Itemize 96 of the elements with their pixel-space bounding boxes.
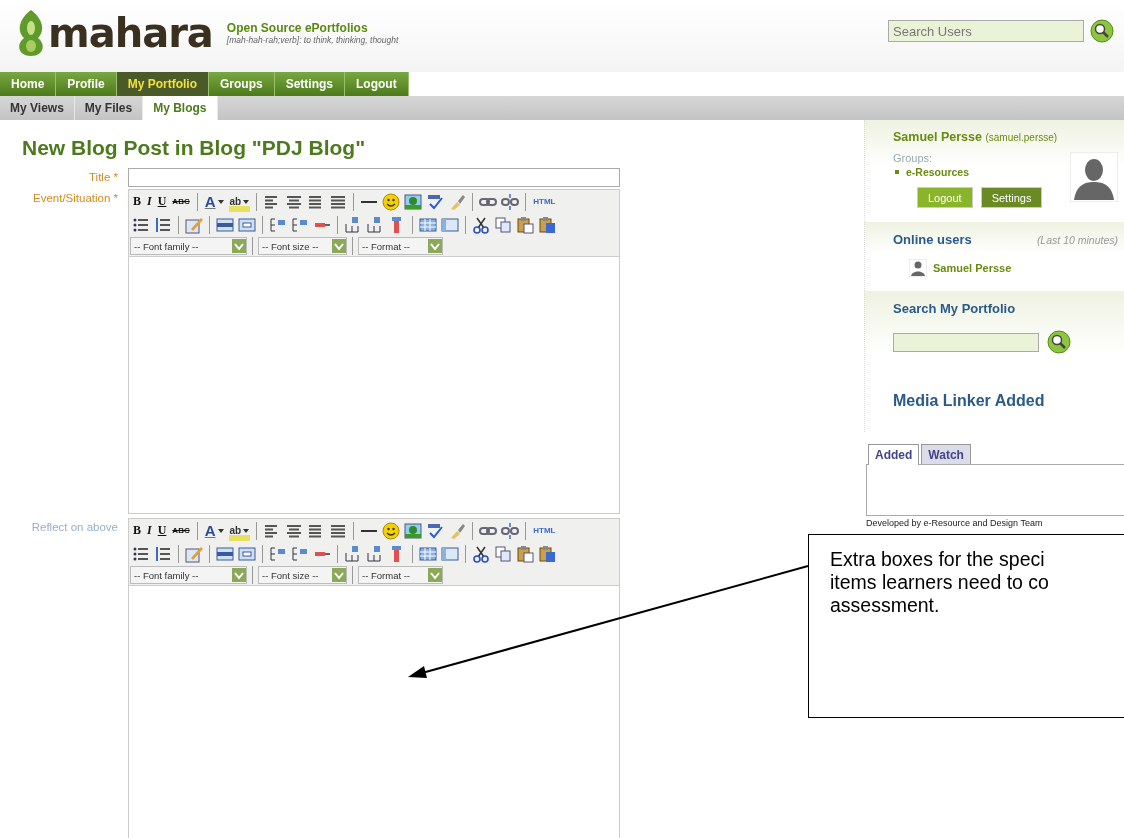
toolbar-button[interactable]: A — [203, 520, 225, 541]
subtitle: [mah-hah-rah;verb]: to think, thinking, thought — [226, 35, 399, 45]
user-icon — [909, 259, 927, 277]
callout-text: Extra boxes for the speci — [830, 548, 1045, 571]
pencil-icon[interactable] — [185, 215, 203, 234]
table-grid-icon[interactable] — [441, 544, 459, 563]
copy-icon[interactable] — [494, 215, 512, 234]
unlink-icon[interactable] — [501, 192, 520, 211]
nav-tab[interactable]: Groups — [209, 72, 275, 96]
username: (samuel.persse) — [985, 132, 1058, 143]
field-label: Reflect on above — [30, 520, 118, 535]
paste-icon[interactable] — [516, 215, 534, 234]
field-label: Event/Situation * — [31, 191, 118, 206]
nav-tab[interactable]: Logout — [345, 72, 409, 96]
search-icon[interactable] — [1090, 19, 1114, 43]
search-field[interactable] — [893, 332, 1039, 352]
smiley-icon[interactable] — [382, 192, 401, 211]
dropdown[interactable]: -- Font family -- — [130, 566, 247, 584]
insert-row-icon[interactable] — [291, 544, 309, 563]
subnav-tab[interactable]: My Views — [0, 96, 75, 120]
toolbar-button[interactable]: I — [146, 520, 153, 541]
paste-word-icon[interactable] — [538, 544, 556, 563]
unlink-icon[interactable] — [501, 521, 520, 540]
callout-text: items learners need to co — [830, 571, 1049, 594]
paste-word-icon[interactable] — [538, 215, 556, 234]
scissors-icon[interactable] — [472, 544, 490, 563]
image-icon[interactable] — [404, 521, 423, 540]
numbered-list-icon[interactable] — [154, 544, 172, 563]
table-row-icon[interactable] — [216, 215, 234, 234]
numbered-list-icon[interactable] — [154, 215, 172, 234]
logo-text: mahara — [48, 11, 213, 55]
insert-row-icon[interactable] — [269, 215, 287, 234]
panel-heading: Media Linker Added — [893, 392, 1046, 410]
title-field[interactable] — [128, 168, 620, 187]
nav-tab[interactable]: Home — [0, 72, 57, 96]
dropdown[interactable]: -- Font size -- — [258, 237, 347, 255]
panel-heading: Online users — [893, 232, 972, 247]
panel-heading: Search My Portfolio — [893, 301, 1017, 316]
toolbar-button[interactable]: ABC — [171, 520, 191, 541]
user-name: Samuel Persse — [893, 130, 982, 144]
smiley-icon[interactable] — [382, 521, 401, 540]
toolbar-button[interactable]: B — [132, 191, 142, 212]
table-grid-icon[interactable] — [441, 215, 459, 234]
nav-tab[interactable]: Profile — [56, 72, 117, 96]
table-icon[interactable] — [419, 544, 437, 563]
caret-icon — [217, 528, 224, 533]
insert-row-icon[interactable] — [269, 544, 287, 563]
toolbar-button[interactable]: HTML — [532, 191, 557, 212]
dropdown[interactable]: -- Font size -- — [258, 566, 347, 584]
image-icon[interactable] — [404, 192, 423, 211]
logo-icon — [16, 8, 46, 58]
table-cells-icon[interactable] — [238, 215, 256, 234]
bullet-icon — [895, 170, 899, 174]
brush-icon[interactable] — [448, 521, 467, 540]
caret-icon — [217, 199, 224, 204]
table-row-icon[interactable] — [216, 544, 234, 563]
group-link[interactable]: e-Resources — [906, 166, 970, 178]
toolbar-button[interactable]: HTML — [532, 520, 557, 541]
scissors-icon[interactable] — [472, 215, 490, 234]
toolbar-button[interactable]: A — [203, 191, 225, 212]
brush-icon[interactable] — [448, 192, 467, 211]
table-icon[interactable] — [419, 215, 437, 234]
toolbar-button[interactable]: U — [156, 520, 168, 541]
toolbar-button[interactable]: U — [156, 191, 168, 212]
spellcheck-icon[interactable] — [426, 521, 445, 540]
dropdown[interactable]: -- Font family -- — [130, 237, 247, 255]
profile-button[interactable]: Settings — [980, 187, 1043, 208]
user-link[interactable]: Samuel Persse — [933, 262, 1012, 274]
credit-text: Developed by e-Resource and Design Team — [866, 518, 1044, 528]
tab[interactable]: Watch — [921, 444, 971, 464]
dropdown[interactable]: -- Format -- — [358, 566, 443, 584]
callout-text: assessment. — [830, 594, 940, 617]
page-title: New Blog Post in Blog "PDJ Blog" — [22, 136, 367, 160]
groups-label: Groups: — [893, 152, 934, 164]
tagline: Open Source ePortfolios — [226, 21, 369, 35]
paste-icon[interactable] — [516, 544, 534, 563]
toolbar-button[interactable]: B — [132, 520, 142, 541]
subnav-tab[interactable]: My Blogs — [143, 96, 218, 120]
time-note: (Last 10 minutes) — [1036, 234, 1118, 246]
tab[interactable]: Added — [868, 444, 920, 465]
pencil-icon[interactable] — [185, 544, 203, 563]
dropdown[interactable]: -- Format -- — [358, 237, 443, 255]
search-icon[interactable] — [1047, 330, 1071, 354]
caret-icon — [243, 199, 250, 204]
field-label: Title * — [88, 170, 118, 185]
nav-tab[interactable]: Settings — [274, 72, 346, 96]
nav-tab[interactable]: My Portfolio — [116, 72, 209, 96]
copy-icon[interactable] — [494, 544, 512, 563]
toolbar-button[interactable]: I — [146, 191, 153, 212]
caret-icon — [243, 528, 250, 533]
search-field[interactable]: Search Users — [888, 20, 1084, 42]
toolbar-button[interactable]: ABC — [171, 191, 191, 212]
avatar-icon — [1070, 152, 1118, 202]
insert-row-icon[interactable] — [291, 215, 309, 234]
table-cells-icon[interactable] — [238, 544, 256, 563]
spellcheck-icon[interactable] — [426, 192, 445, 211]
